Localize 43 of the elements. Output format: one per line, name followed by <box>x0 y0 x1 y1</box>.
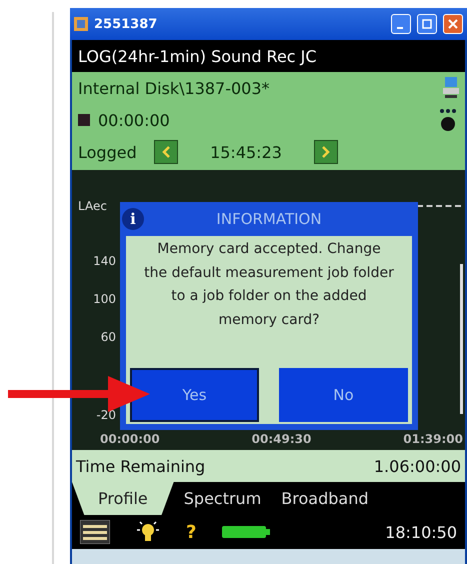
log-state: Logged <box>78 142 138 162</box>
previous-button[interactable] <box>154 140 178 164</box>
close-button[interactable] <box>443 14 463 34</box>
axis-label: 00:00:00 <box>100 432 160 446</box>
dialog-button[interactable]: Yes <box>130 368 259 422</box>
dialog-title: INFORMATION <box>216 210 322 228</box>
remaining-label: Time Remaining <box>76 456 206 476</box>
sensor-icon <box>437 108 459 132</box>
axis-label: 140 <box>93 254 116 270</box>
maximize-icon <box>422 19 432 29</box>
stop-icon <box>78 114 90 126</box>
maximize-button[interactable] <box>417 14 437 34</box>
window-title: 2551387 <box>94 16 158 32</box>
parameter-label: LAec <box>78 199 107 213</box>
remaining-value: 1.06:00:00 <box>374 456 461 476</box>
axis-label: 60 <box>100 330 116 346</box>
close-icon <box>448 19 458 29</box>
job-path: Internal Disk\1387-003* <box>78 78 271 98</box>
log-time: 15:45:23 <box>209 142 283 162</box>
next-button[interactable] <box>314 140 338 164</box>
chevron-right-icon <box>321 145 331 159</box>
tab[interactable]: Spectrum <box>174 482 272 515</box>
dialog-message: Memory card accepted. Change the default measurement job folder to a job folder on the added memory card? <box>143 240 395 330</box>
lightbulb-icon[interactable] <box>136 520 160 544</box>
help-button[interactable]: ? <box>186 522 196 542</box>
minimize-icon <box>397 27 403 29</box>
axis-label: 00:49:30 <box>252 432 312 446</box>
battery-icon <box>222 525 270 539</box>
axis-label: -20 <box>96 408 116 424</box>
tab[interactable]: Broadband <box>271 482 378 515</box>
chevron-left-icon <box>161 145 171 159</box>
tab[interactable]: Profile <box>72 482 174 515</box>
app-icon <box>74 17 88 31</box>
clock: 18:10:50 <box>385 522 457 542</box>
dialog-button[interactable]: No <box>279 368 408 422</box>
elapsed-time: 00:00:00 <box>98 110 171 130</box>
menu-icon[interactable] <box>80 520 110 544</box>
minimize-button[interactable] <box>391 14 411 34</box>
info-icon: i <box>122 208 144 230</box>
axis-label: 100 <box>93 292 116 308</box>
computer-icon <box>443 77 459 99</box>
axis-label: 01:39:00 <box>403 432 463 446</box>
setup-title: LOG(24hr-1min) Sound Rec JC <box>72 40 465 72</box>
